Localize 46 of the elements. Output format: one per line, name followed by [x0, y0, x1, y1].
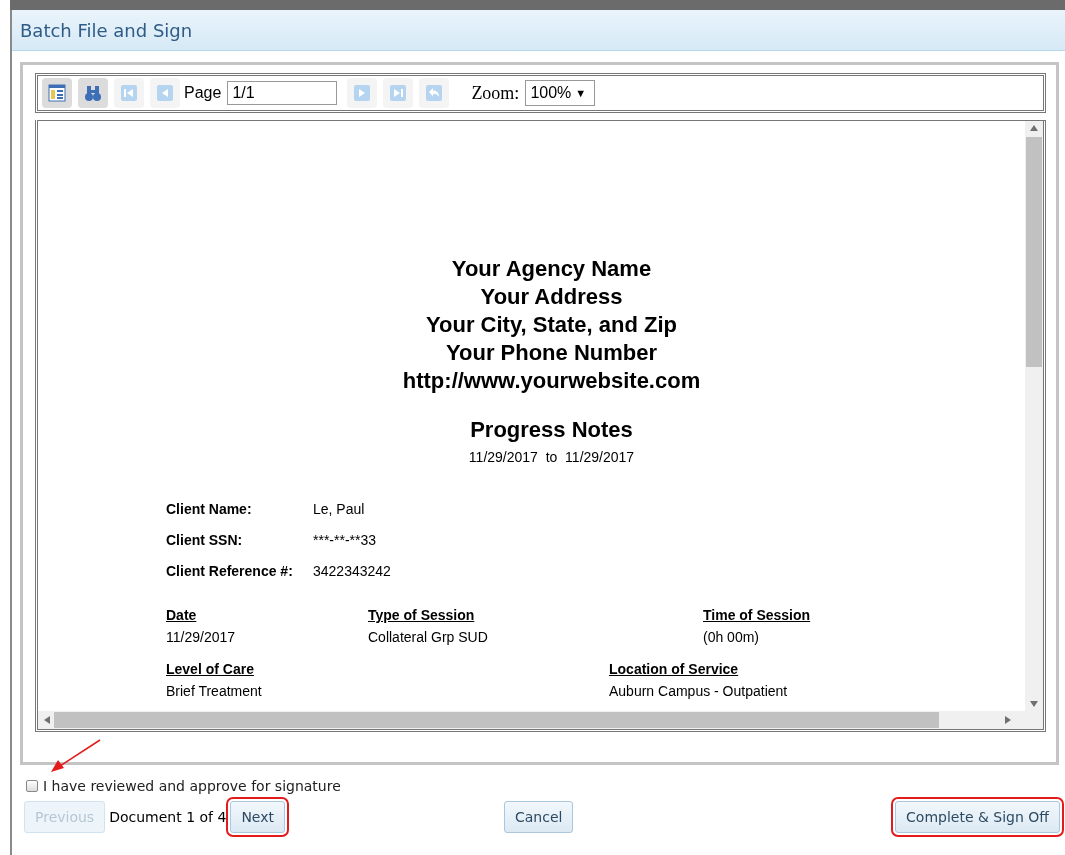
column-value: Brief Treatment	[166, 683, 263, 699]
scroll-down-icon[interactable]	[1030, 701, 1038, 707]
page-label: Page	[184, 84, 222, 102]
zoom-dropdown[interactable]: 100% ▼	[525, 80, 596, 106]
page-field[interactable]: 1/1	[227, 81, 338, 105]
last-page-icon	[388, 83, 409, 103]
column-heading: Level of Care	[166, 661, 255, 677]
dialog-title: Batch File and Sign	[20, 19, 193, 41]
cancel-button[interactable]: Cancel	[504, 801, 574, 833]
vertical-scrollbar[interactable]	[1025, 121, 1043, 711]
zoom-label: Zoom:	[471, 82, 520, 104]
toolbar-button[interactable]	[42, 78, 72, 108]
field-label: Client SSN:	[166, 532, 244, 548]
toolbar-button[interactable]	[78, 78, 108, 108]
field-value: Le, Paul	[313, 501, 366, 517]
scroll-left-icon[interactable]	[44, 716, 50, 724]
column-value: (0h 00m)	[703, 629, 761, 645]
column-value: Collateral Grp SUD	[368, 629, 489, 645]
next-page-icon	[352, 83, 373, 103]
document-title: Progress Notes	[469, 417, 634, 443]
agency-header-line: Your Address	[479, 283, 624, 311]
column-value: 11/29/2017	[166, 629, 237, 645]
column-heading: Location of Service	[609, 661, 740, 677]
column-value: Auburn Campus - Outpatient	[609, 683, 789, 699]
scroll-right-icon[interactable]	[1005, 716, 1011, 724]
field-value: ***-**-**33	[313, 532, 378, 548]
approval-checkbox[interactable]	[26, 780, 38, 792]
agency-header-line: Your Phone Number	[444, 339, 659, 367]
document-counter: Document 1 of 4	[109, 809, 227, 825]
horizontal-scrollbar[interactable]	[38, 711, 1043, 729]
approval-label: I have reviewed and approve for signature	[43, 778, 341, 794]
field-value: 3422343242	[313, 563, 392, 579]
binoculars-icon	[83, 83, 103, 103]
column-heading: Time of Session	[703, 607, 812, 623]
date-range: 11/29/2017 to 11/29/2017	[467, 449, 636, 465]
agency-header-line: Your Agency Name	[450, 255, 653, 283]
column-heading: Date	[166, 607, 198, 623]
field-label: Client Reference #:	[166, 563, 294, 579]
first-page-icon	[119, 83, 139, 103]
field-label: Client Name:	[166, 501, 253, 517]
agency-header-line: http://www.yourwebsite.com	[401, 367, 702, 395]
agency-header-line: Your City, State, and Zip	[425, 311, 678, 339]
scroll-up-icon[interactable]	[1030, 125, 1038, 131]
table-icon	[47, 83, 67, 103]
previous-page-icon	[155, 83, 175, 103]
column-heading: Type of Session	[368, 607, 476, 623]
